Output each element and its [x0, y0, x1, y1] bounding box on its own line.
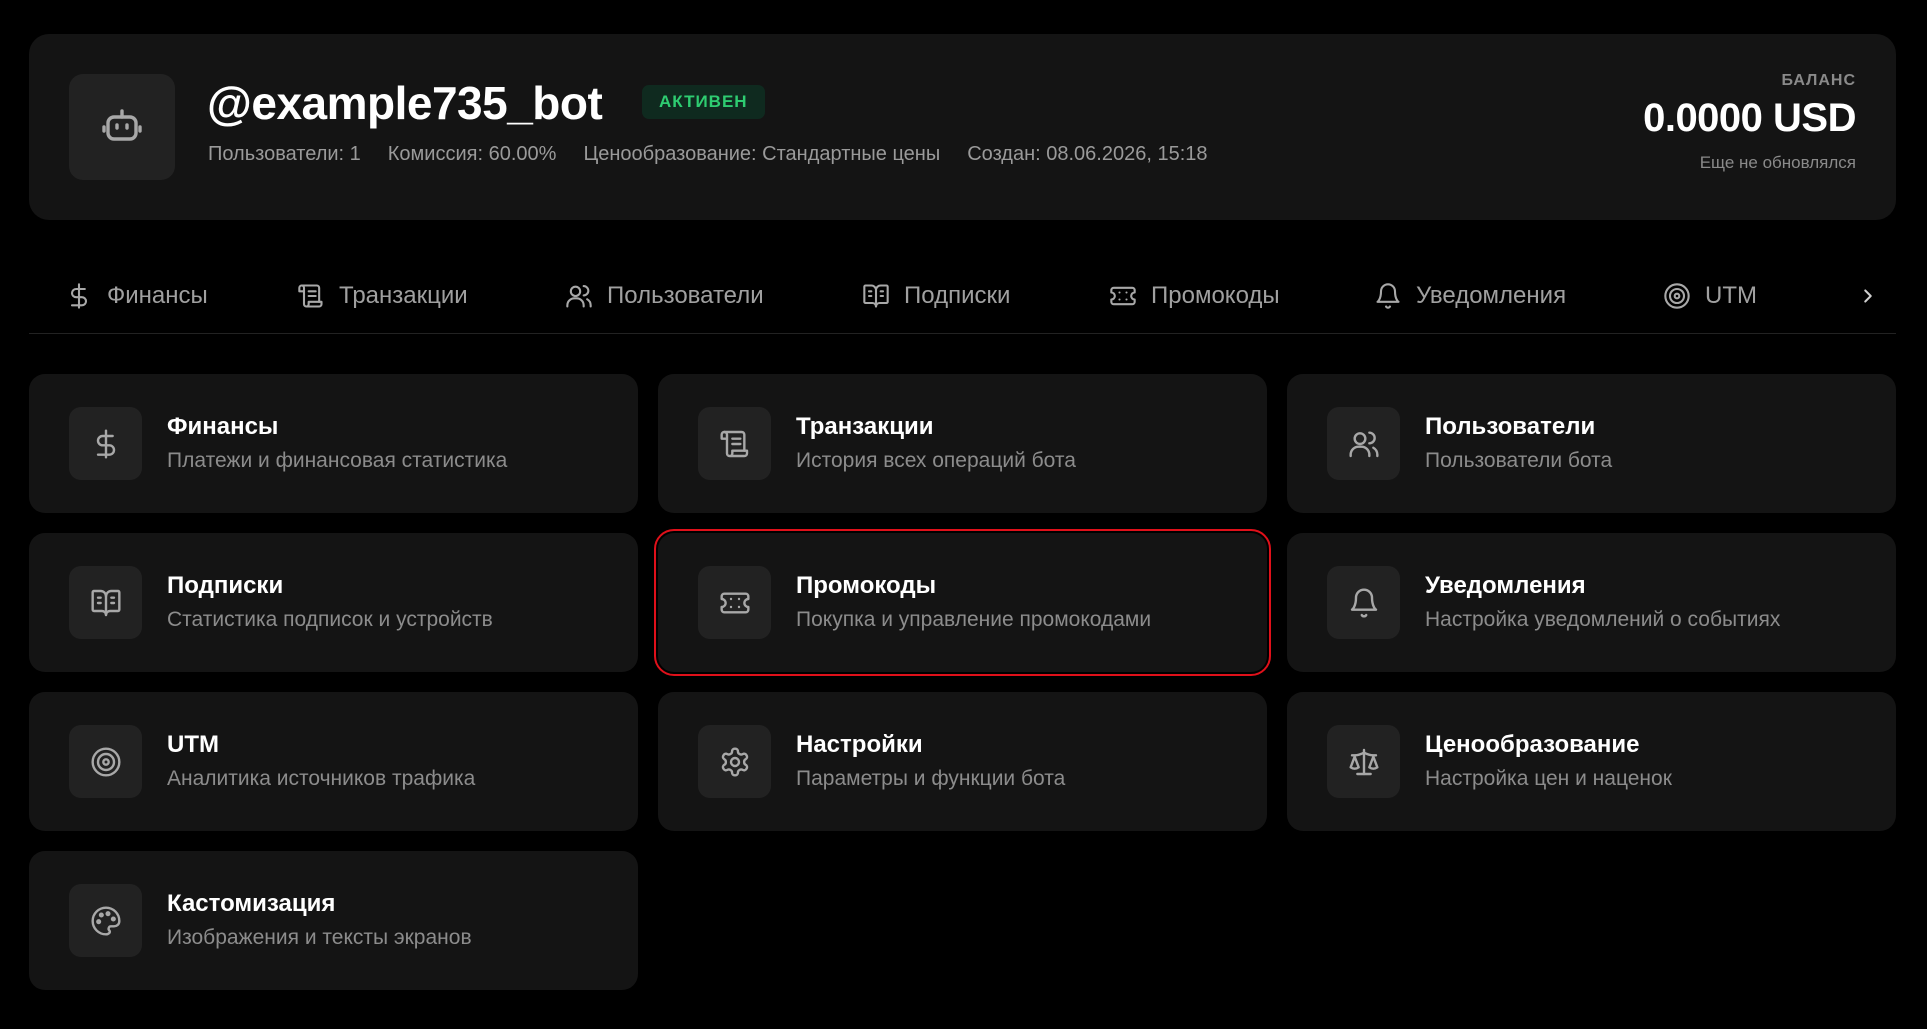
meta-pricing: Ценообразование: Стандартные цены: [583, 143, 941, 165]
scroll-icon: [719, 430, 748, 457]
target-icon: [1664, 283, 1690, 309]
card-description: Пользователи бота: [1425, 449, 1613, 472]
users-icon: [1348, 430, 1379, 457]
bot-avatar: [69, 74, 175, 180]
tab-label: Промокоды: [1151, 282, 1280, 309]
card-utm[interactable]: UTM Аналитика источников трафика: [29, 692, 638, 831]
meta-commission: Комиссия: 60.00%: [387, 143, 557, 165]
tab-transactions[interactable]: Транзакции: [297, 278, 468, 314]
card-icon-box: [698, 566, 771, 639]
card-icon-box: [69, 725, 142, 798]
card-icon-box: [698, 407, 771, 480]
card-icon-box: [1327, 407, 1400, 480]
card-settings[interactable]: Настройки Параметры и функции бота: [658, 692, 1267, 831]
book-icon: [90, 589, 121, 616]
meta-created: Создан: 08.06.2026, 15:18: [967, 143, 1208, 165]
tab-label: Финансы: [107, 282, 208, 309]
dollar-icon: [70, 283, 88, 309]
section-tabs: Финансы Транзакции Пользователи Подписки…: [29, 266, 1896, 334]
tab-label: Уведомления: [1416, 282, 1567, 309]
card-description: Настройка уведомлений о событиях: [1425, 608, 1781, 631]
meta-users: Пользователи: 1: [208, 143, 361, 165]
card-icon-box: [69, 407, 142, 480]
balance-note: Еще не обновлялся: [1699, 153, 1856, 172]
gear-icon: [721, 746, 748, 777]
card-subscriptions[interactable]: Подписки Статистика подписок и устройств: [29, 533, 638, 672]
card-description: Параметры и функции бота: [796, 767, 1066, 790]
bot-meta-row: Пользователи: 1 Комиссия: 60.00% Ценообр…: [208, 143, 1208, 166]
bell-icon: [1350, 588, 1377, 617]
tab-promocodes[interactable]: Промокоды: [1109, 278, 1280, 314]
ticket-icon: [1110, 286, 1136, 306]
tab-label: Подписки: [904, 282, 1011, 309]
card-description: Платежи и финансовая статистика: [167, 449, 508, 472]
robot-icon: [102, 109, 142, 141]
balance-value: 0.0000 USD: [1643, 96, 1856, 140]
balance-box: БАЛАНС 0.0000 USD Еще не обновлялся: [1643, 72, 1856, 173]
card-users[interactable]: Пользователи Пользователи бота: [1287, 374, 1896, 513]
tab-notifications[interactable]: Уведомления: [1374, 278, 1566, 314]
card-description: Статистика подписок и устройств: [167, 608, 493, 631]
book-icon: [863, 284, 889, 308]
card-title: UTM: [167, 731, 219, 758]
card-title: Пользователи: [1425, 413, 1596, 440]
tab-utm[interactable]: UTM: [1663, 278, 1757, 314]
card-icon-box: [1327, 566, 1400, 639]
card-title: Кастомизация: [167, 890, 336, 917]
balance-label: БАЛАНС: [1781, 72, 1856, 89]
card-title: Настройки: [796, 731, 923, 758]
tab-label: UTM: [1705, 282, 1757, 309]
tabs-scroll-right-button[interactable]: [1854, 282, 1882, 310]
card-title: Ценообразование: [1425, 731, 1640, 758]
tab-users[interactable]: Пользователи: [565, 278, 764, 314]
chevron-right-icon: [1864, 289, 1872, 303]
scale-icon: [1348, 748, 1379, 775]
card-description: Покупка и управление промокодами: [796, 608, 1152, 631]
card-promocodes[interactable]: Промокоды Покупка и управление промокода…: [654, 529, 1271, 676]
bell-icon: [1376, 283, 1400, 309]
card-title: Финансы: [167, 413, 279, 440]
dollar-icon: [96, 428, 115, 459]
card-icon-box: [1327, 725, 1400, 798]
card-icon-box: [69, 566, 142, 639]
card-title: Промокоды: [796, 572, 937, 599]
bot-username: @example735_bot: [207, 77, 603, 129]
card-title: Подписки: [167, 572, 284, 599]
tab-subscriptions[interactable]: Подписки: [862, 278, 1010, 314]
card-pricing[interactable]: Ценообразование Настройка цен и наценок: [1287, 692, 1896, 831]
card-icon-box: [698, 725, 771, 798]
target-icon: [90, 746, 121, 777]
card-icon-box: [69, 884, 142, 957]
tab-finance[interactable]: Финансы: [65, 278, 208, 314]
card-description: Изображения и тексты экранов: [167, 926, 472, 949]
card-transactions[interactable]: Транзакции История всех операций бота: [658, 374, 1267, 513]
card-finance[interactable]: Финансы Платежи и финансовая статистика: [29, 374, 638, 513]
card-notifications[interactable]: Уведомления Настройка уведомлений о собы…: [1287, 533, 1896, 672]
card-title: Транзакции: [796, 413, 934, 440]
card-description: История всех операций бота: [796, 449, 1076, 472]
card-description: Настройка цен и наценок: [1425, 767, 1672, 790]
ticket-icon: [719, 591, 750, 614]
tab-label: Транзакции: [339, 282, 468, 309]
card-title: Уведомления: [1425, 572, 1586, 599]
users-icon: [566, 285, 592, 308]
tab-label: Пользователи: [607, 282, 764, 309]
scroll-icon: [298, 284, 323, 308]
palette-icon: [90, 905, 121, 936]
card-description: Аналитика источников трафика: [167, 767, 476, 790]
bot-header-card: @example735_bot АКТИВЕН Пользователи: 1 …: [29, 34, 1896, 220]
status-badge: АКТИВЕН: [642, 85, 765, 119]
card-customization[interactable]: Кастомизация Изображения и тексты экрано…: [29, 851, 638, 990]
